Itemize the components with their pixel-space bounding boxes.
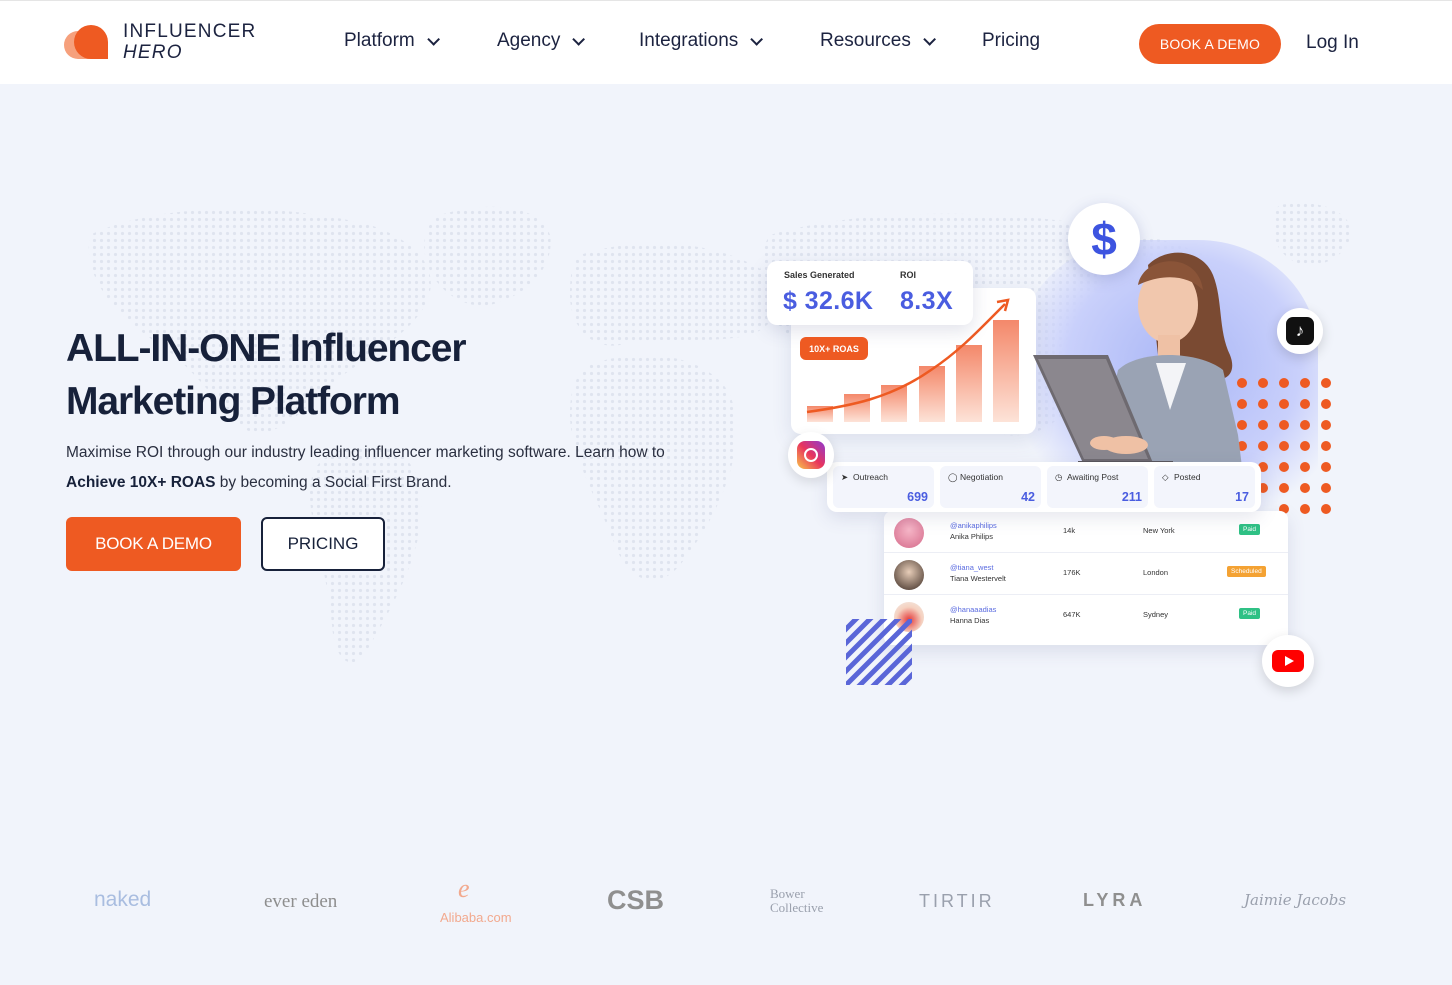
pricing-button[interactable]: PRICING bbox=[261, 517, 385, 571]
influencer-handle: @hanaaadias bbox=[950, 605, 997, 614]
hero-subtitle-text-end: by becoming a Social First Brand. bbox=[215, 474, 452, 491]
stat-awaiting-post: ◷ Awaiting Post 211 bbox=[1047, 466, 1148, 508]
influencer-name: Anika Philips bbox=[950, 532, 993, 541]
status-badge: Paid bbox=[1239, 608, 1261, 619]
influencer-handle: @tiana_west bbox=[950, 563, 994, 572]
chevron-down-icon bbox=[572, 32, 586, 46]
menu-item-label: Pricing bbox=[982, 30, 1041, 51]
stat-value: 211 bbox=[1121, 490, 1142, 504]
menu-item-label: Resources bbox=[820, 30, 911, 51]
table-row: @tiana_west Tiana Westervelt 176K London… bbox=[884, 553, 1288, 595]
youtube-icon bbox=[1262, 635, 1314, 687]
influencer-city: Sydney bbox=[1143, 610, 1169, 619]
chevron-down-icon bbox=[427, 32, 440, 46]
logo-text-hero: HERO bbox=[123, 42, 183, 63]
alibaba-mark-icon: e bbox=[458, 874, 470, 903]
hero-illustration: $ Sales Generated $ 32.6K ROI 8.3X 10X+ … bbox=[760, 195, 1360, 695]
sales-generated-label: Sales Generated bbox=[784, 270, 855, 280]
stat-label: Negotiation bbox=[960, 472, 1004, 482]
stat-value: 42 bbox=[1021, 490, 1035, 504]
stat-value: 699 bbox=[907, 490, 928, 504]
brand-logo-jaimie-jacobs: Jaimie Jacobs bbox=[1244, 891, 1347, 909]
book-demo-button[interactable]: BOOK A DEMO bbox=[66, 517, 241, 571]
brand-logo-tirtir: TIRTIR bbox=[919, 891, 995, 911]
diamond-icon: ◇ bbox=[1162, 472, 1169, 482]
campaign-pipeline-stats: ➤ Outreach 699 ◯ Negotiation 42 ◷ Awaiti… bbox=[827, 462, 1261, 512]
menu-item-label: Agency bbox=[497, 30, 561, 51]
menu-item-platform[interactable]: Platform bbox=[344, 30, 440, 52]
stat-label: Awaiting Post bbox=[1067, 472, 1119, 482]
avatar bbox=[894, 560, 924, 590]
hero-subtitle: Maximise ROI through our industry leadin… bbox=[66, 438, 706, 498]
brand-logo-ever-eden: ever eden bbox=[264, 891, 338, 912]
chevron-down-icon bbox=[923, 32, 936, 46]
status-badge: Scheduled bbox=[1227, 566, 1266, 577]
stat-label: Posted bbox=[1174, 472, 1201, 482]
influencer-table: @anikaphilips Anika Philips 14k New York… bbox=[884, 511, 1288, 645]
hero-title-line2: Marketing Platform bbox=[66, 380, 401, 423]
status-badge: Paid bbox=[1239, 524, 1261, 535]
roi-label: ROI bbox=[900, 270, 917, 280]
login-link[interactable]: Log In bbox=[1306, 32, 1359, 54]
brand-logo-naked: naked bbox=[94, 888, 152, 911]
influencer-hero-logo[interactable]: INFLUENCER HERO bbox=[64, 21, 256, 63]
influencer-followers: 14k bbox=[1063, 526, 1076, 535]
table-row: @hanaaadias Hanna Dias 647K Sydney Paid bbox=[884, 595, 1288, 637]
influencer-handle: @anikaphilips bbox=[950, 521, 997, 530]
influencer-followers: 647K bbox=[1063, 610, 1081, 619]
influencer-city: New York bbox=[1143, 526, 1175, 535]
stat-value: 17 bbox=[1235, 490, 1249, 504]
clock-icon: ◷ bbox=[1055, 472, 1063, 482]
stat-negotiation: ◯ Negotiation 42 bbox=[940, 466, 1041, 508]
instagram-icon bbox=[788, 432, 834, 478]
stat-posted: ◇ Posted 17 bbox=[1154, 466, 1255, 508]
brand-logo-bower-collective: Bower Collective bbox=[770, 886, 824, 915]
influencer-city: London bbox=[1143, 568, 1169, 577]
stat-outreach: ➤ Outreach 699 bbox=[833, 466, 934, 508]
hero-title-line1: ALL-IN-ONE Influencer bbox=[66, 327, 467, 370]
logo-icon bbox=[64, 21, 110, 63]
menu-item-label: Integrations bbox=[639, 30, 739, 51]
logo-text-influencer: INFLUENCER bbox=[123, 21, 257, 42]
hero-subtitle-highlight: Achieve 10X+ ROAS bbox=[66, 474, 216, 491]
nav-book-demo-button[interactable]: BOOK A DEMO bbox=[1139, 24, 1281, 64]
hero-title: ALL-IN-ONE Influencer Marketing Platform bbox=[66, 322, 526, 428]
menu-item-agency[interactable]: Agency bbox=[497, 30, 586, 52]
table-row: @anikaphilips Anika Philips 14k New York… bbox=[884, 511, 1288, 553]
avatar bbox=[894, 518, 924, 548]
menu-item-resources[interactable]: Resources bbox=[820, 30, 936, 52]
stat-label: Outreach bbox=[853, 472, 888, 482]
tiktok-icon: ♪ bbox=[1277, 308, 1323, 354]
roas-badge: 10X+ ROAS bbox=[800, 337, 868, 360]
brand-logo-lyra: LYRA bbox=[1083, 890, 1147, 910]
influencer-name: Hanna Dias bbox=[950, 616, 990, 625]
striped-decoration bbox=[846, 619, 912, 685]
chat-icon: ◯ bbox=[948, 472, 958, 482]
brand-logo-strip: naked ever eden Alibaba.com e CSB Bower … bbox=[0, 872, 1452, 932]
menu-item-label: Platform bbox=[344, 30, 415, 51]
brand-logo-csb: CSB bbox=[607, 885, 665, 915]
brand-logo-alibaba: Alibaba.com bbox=[440, 910, 512, 925]
influencer-name: Tiana Westervelt bbox=[950, 574, 1006, 583]
top-navbar: INFLUENCER HERO Platform Agency Integrat… bbox=[0, 0, 1452, 84]
send-icon: ➤ bbox=[841, 472, 849, 482]
chevron-down-icon bbox=[750, 32, 764, 46]
sales-summary-card: Sales Generated $ 32.6K ROI 8.3X bbox=[767, 261, 973, 325]
influencer-followers: 176K bbox=[1063, 568, 1081, 577]
sales-generated-value: $ 32.6K bbox=[783, 287, 874, 315]
menu-item-integrations[interactable]: Integrations bbox=[639, 30, 764, 52]
hero-subtitle-text: Maximise ROI through our industry leadin… bbox=[66, 444, 665, 461]
menu-item-pricing[interactable]: Pricing bbox=[982, 30, 1040, 52]
roi-value: 8.3X bbox=[900, 287, 954, 315]
